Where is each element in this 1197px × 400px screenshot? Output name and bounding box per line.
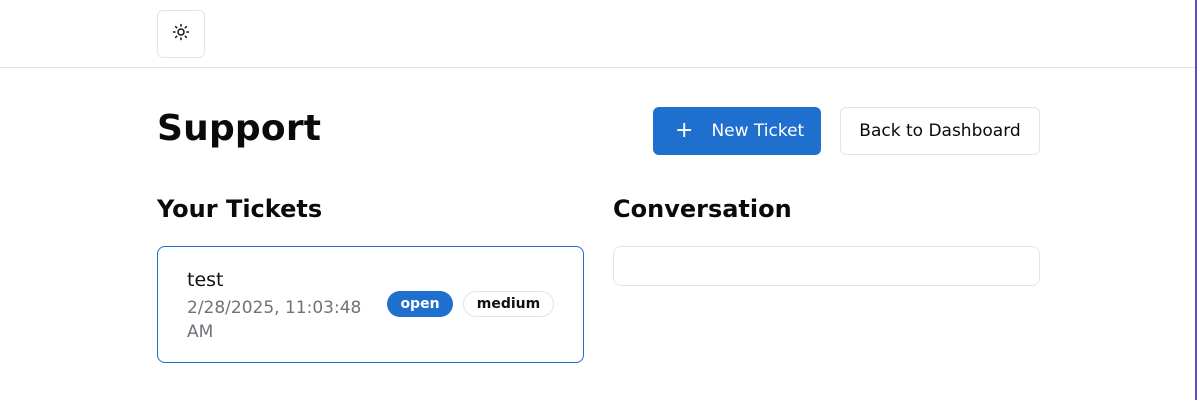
ticket-date: 2/28/2025, 11:03:48 AM [187,298,362,342]
ticket-card[interactable]: test 2/28/2025, 11:03:48 AM open medium [157,246,584,363]
new-ticket-label: New Ticket [711,121,805,141]
sun-icon [172,23,190,45]
top-bar [0,0,1195,68]
page-title: Support [157,108,322,149]
ticket-subject: test [187,269,224,291]
back-to-dashboard-button[interactable]: Back to Dashboard [840,107,1040,155]
plus-icon: + [675,118,694,143]
tickets-heading: Your Tickets [157,195,323,223]
conversation-heading: Conversation [613,195,792,223]
theme-toggle-button[interactable] [157,10,205,58]
conversation-panel [613,246,1040,286]
support-page: Support + New Ticket Back to Dashboard Y… [0,0,1197,400]
new-ticket-button[interactable]: + New Ticket [653,107,821,155]
priority-badge: medium [463,291,554,317]
status-badge: open [387,291,453,317]
back-to-dashboard-label: Back to Dashboard [859,121,1021,141]
